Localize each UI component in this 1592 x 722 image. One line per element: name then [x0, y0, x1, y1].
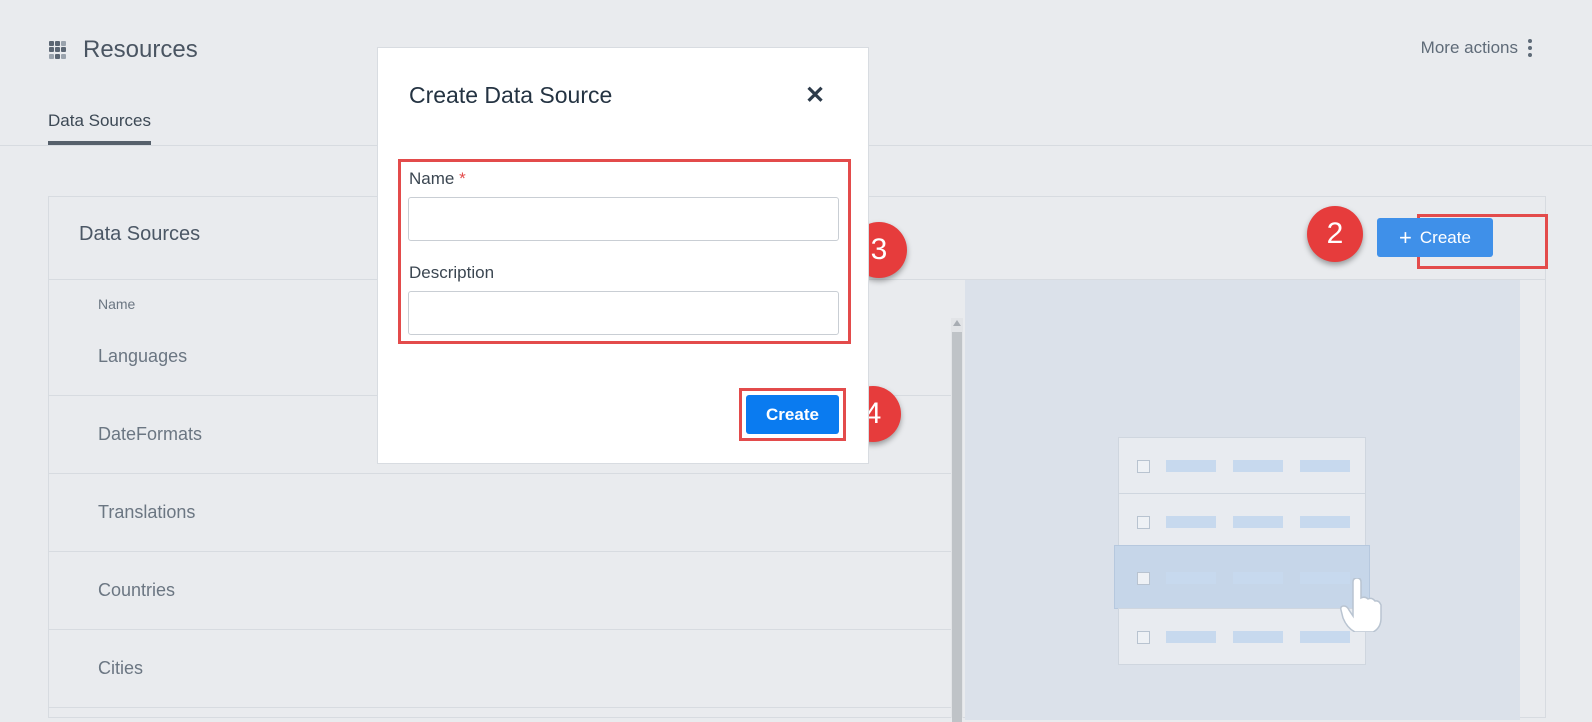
close-icon[interactable]: ✕: [805, 81, 825, 110]
list-item[interactable]: Translations: [48, 474, 952, 552]
create-data-source-button[interactable]: + Create: [1377, 218, 1493, 257]
list-scrollbar[interactable]: [951, 318, 963, 722]
scroll-up-arrow-icon[interactable]: [953, 320, 961, 326]
plus-icon: +: [1399, 224, 1412, 250]
create-button-label: Create: [1419, 227, 1471, 247]
name-input[interactable]: [408, 197, 839, 241]
page-title: Resources: [83, 36, 198, 63]
more-actions-label: More actions: [1420, 38, 1518, 57]
list-item[interactable]: Cities: [48, 630, 952, 708]
more-actions-button[interactable]: More actions: [1421, 38, 1532, 58]
pointer-hand-icon: [1340, 578, 1382, 632]
scrollbar-thumb[interactable]: [952, 332, 962, 722]
panel-title: Data Sources: [79, 223, 201, 245]
description-field-label: Description: [409, 263, 495, 282]
list-item[interactable]: Countries: [48, 552, 952, 630]
kebab-menu-icon: [1528, 39, 1532, 57]
illustration-row: [1118, 437, 1366, 494]
description-input[interactable]: [408, 291, 839, 335]
step-2-badge: 2: [1307, 206, 1363, 262]
dialog-title: Create Data Source: [409, 82, 613, 108]
column-header-name[interactable]: Name: [98, 296, 135, 312]
apps-grid-icon: [49, 41, 67, 59]
tab-data-sources[interactable]: Data Sources: [48, 111, 151, 145]
create-data-source-dialog: Create Data Source ✕ Name * Description …: [377, 47, 869, 464]
illustration-row-selected: [1114, 545, 1370, 609]
submit-create-button[interactable]: Create: [746, 395, 839, 434]
illustration-row: [1118, 608, 1366, 665]
empty-state-illustration: [1114, 437, 1370, 665]
required-marker: *: [459, 169, 466, 188]
illustration-row: [1118, 493, 1366, 550]
name-field-label: Name *: [409, 169, 466, 188]
